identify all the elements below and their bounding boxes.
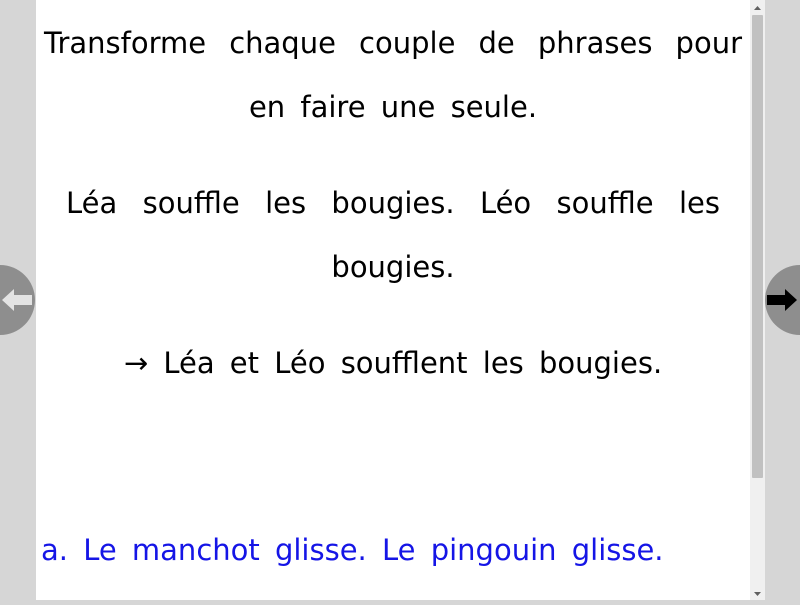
exercise-item-a: a. Le manchot glisse. Le pingouin glisse… xyxy=(41,533,664,567)
scroll-up-button[interactable] xyxy=(750,0,765,14)
vertical-scrollbar[interactable] xyxy=(750,0,765,600)
scrollbar-thumb[interactable] xyxy=(752,15,763,478)
triangle-up-icon xyxy=(754,6,761,10)
lesson-page: Transforme chaque couple de phrases pour… xyxy=(36,0,750,600)
example-answer: → Léa et Léo soufflent les bougies. xyxy=(123,346,663,380)
arrow-left-icon xyxy=(2,289,32,311)
arrow-right-icon xyxy=(767,289,797,311)
previous-page-button[interactable] xyxy=(0,265,35,335)
next-page-button[interactable] xyxy=(765,265,800,335)
instruction-text: Transforme chaque couple de phrases pour… xyxy=(44,26,742,124)
reader-frame: Transforme chaque couple de phrases pour… xyxy=(0,0,800,600)
example-sentence: Léa souffle les bougies. Léo souffle les… xyxy=(66,186,720,284)
scroll-down-button[interactable] xyxy=(750,586,765,600)
triangle-down-icon xyxy=(754,592,761,596)
